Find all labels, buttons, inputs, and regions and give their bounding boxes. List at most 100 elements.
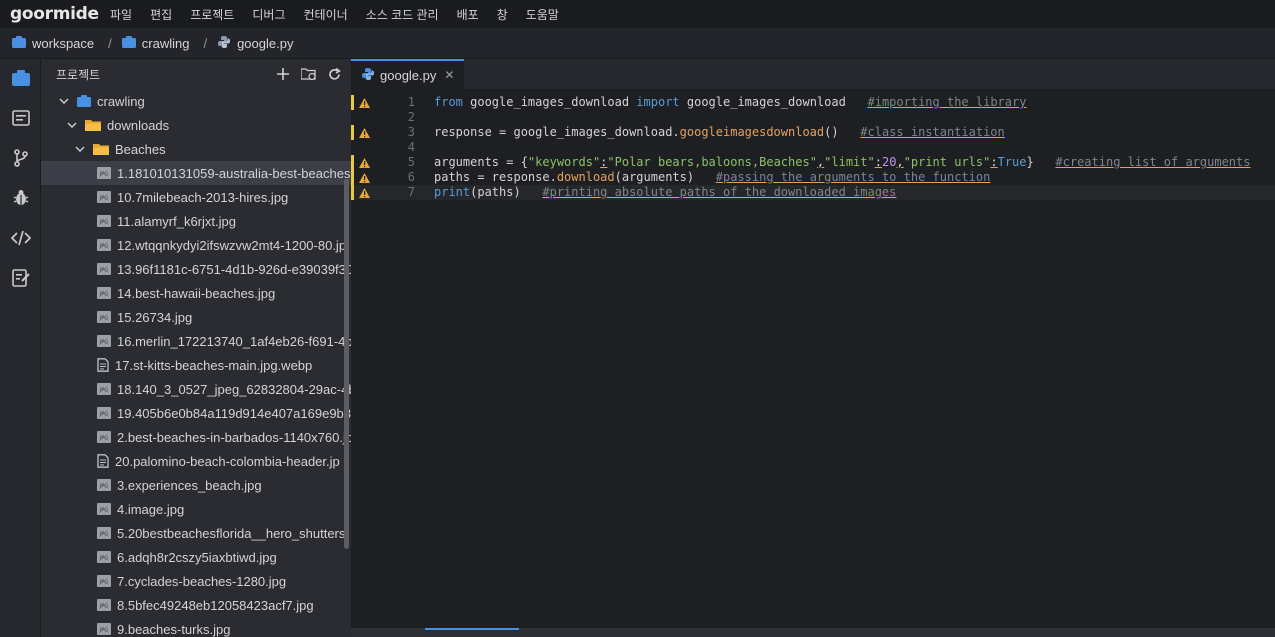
svg-text:JPG: JPG	[99, 579, 108, 585]
image-file-icon: JPG	[97, 239, 111, 251]
tree-item-label: 8.5bfec49248eb12058423acf7.jpg	[117, 597, 314, 613]
menu-item[interactable]: 디버그	[252, 6, 285, 23]
tree-item[interactable]: JPG 9.beaches-turks.jpg	[41, 617, 351, 637]
tab-google-py[interactable]: google.py ✕	[351, 59, 465, 89]
tree-item-label: 6.adqh8r2cszy5iaxbtiwd.jpg	[117, 549, 277, 565]
line-marker	[351, 185, 354, 200]
image-file-icon: JPG	[97, 575, 111, 587]
code-text: paths = response.download(arguments) #pa…	[434, 170, 990, 185]
code-token: (paths)	[470, 185, 543, 199]
menu-item[interactable]: 파일	[110, 6, 132, 23]
tree-item[interactable]: 20.palomino-beach-colombia-header.jp	[41, 449, 351, 473]
panel-tab-indicator[interactable]	[425, 628, 519, 630]
tree-item[interactable]: downloads	[41, 113, 351, 137]
new-folder-button[interactable]	[301, 68, 316, 80]
activity-todo[interactable]	[0, 259, 41, 299]
app-logo[interactable]: goormide	[0, 4, 110, 24]
menu-item[interactable]: 컨테이너	[303, 6, 347, 23]
new-file-button[interactable]	[277, 68, 289, 80]
tree-item[interactable]: JPG 19.405b6e0b84a119d914e407a169e9b3b	[41, 401, 351, 425]
explorer-scrollbar[interactable]	[344, 179, 349, 549]
code-token: paths = response.	[434, 170, 557, 184]
tree-item-label: 18.140_3_0527_jpeg_62832804-29ac-4b	[117, 381, 351, 397]
menu-item[interactable]: 도움말	[526, 6, 559, 23]
code-area[interactable]: 1 from google_images_download import goog…	[351, 95, 1275, 200]
activity-project[interactable]	[0, 59, 41, 99]
tree-item-label: Beaches	[115, 141, 166, 157]
code-token: ()	[824, 125, 861, 139]
tree-item[interactable]: JPG 13.96f1181c-6751-4d1b-926d-e39039f30	[41, 257, 351, 281]
tree-item[interactable]: JPG 2.best-beaches-in-barbados-1140x760.j…	[41, 425, 351, 449]
line-number: 3	[407, 125, 415, 139]
image-file-icon: JPG	[97, 311, 111, 323]
project-icon	[12, 35, 26, 51]
menu-item[interactable]: 배포	[457, 6, 479, 23]
chevron-down-icon[interactable]	[65, 122, 79, 128]
file-tree: crawling downloads Beaches JPG 1.18101013105…	[41, 89, 351, 637]
tree-item[interactable]: Beaches	[41, 137, 351, 161]
chevron-down-icon[interactable]	[57, 98, 71, 104]
tree-item[interactable]: JPG 16.merlin_172213740_1af4eb26-f691-4b	[41, 329, 351, 353]
code-line[interactable]: 4	[351, 140, 1275, 155]
chevron-down-icon[interactable]	[73, 146, 87, 152]
tree-item[interactable]: 17.st-kitts-beaches-main.jpg.webp	[41, 353, 351, 377]
line-marker	[351, 170, 354, 185]
activity-terminal[interactable]	[0, 99, 41, 139]
line-number: 2	[407, 110, 415, 124]
menu-item[interactable]: 소스 코드 관리	[366, 6, 439, 23]
breadcrumb-file[interactable]: google.py	[217, 35, 293, 52]
image-file-icon: JPG	[97, 431, 111, 443]
code-text: print(paths) #printing absolute paths of…	[434, 185, 896, 200]
tree-item[interactable]: JPG 5.20bestbeachesflorida__hero_shutters	[41, 521, 351, 545]
code-line[interactable]: 7 print(paths) #printing absolute paths o…	[351, 185, 1275, 200]
tree-item[interactable]: JPG 10.7milebeach-2013-hires.jpg	[41, 185, 351, 209]
menu-item[interactable]: 프로젝트	[190, 6, 234, 23]
code-token: :	[990, 155, 998, 169]
breadcrumb-workspace[interactable]: workspace	[12, 35, 94, 51]
tree-item[interactable]: JPG 7.cyclades-beaches-1280.jpg	[41, 569, 351, 593]
menu-item[interactable]: 편집	[150, 6, 172, 23]
line-number: 1	[407, 95, 415, 109]
tree-item[interactable]: JPG 3.experiences_beach.jpg	[41, 473, 351, 497]
tree-item[interactable]: JPG 11.alamyrf_k6rjxt.jpg	[41, 209, 351, 233]
refresh-button[interactable]	[328, 67, 341, 81]
activity-debug[interactable]	[0, 179, 41, 219]
git-branch-icon	[13, 148, 29, 170]
line-marker	[351, 95, 354, 110]
line-marker	[351, 125, 354, 140]
explorer-title: 프로젝트	[56, 67, 101, 82]
breadcrumb: workspace / crawling / google.py	[0, 28, 1275, 59]
code-token: #class instantiation	[860, 125, 1005, 139]
line-number: 4	[407, 140, 415, 154]
tree-item[interactable]: JPG 12.wtqqnkydyi2ifswzvw2mt4-1200-80.jp	[41, 233, 351, 257]
code-line[interactable]: 6 paths = response.download(arguments) #p…	[351, 170, 1275, 185]
activity-scm[interactable]	[0, 139, 41, 179]
code-text: response = google_images_download.google…	[434, 125, 1005, 140]
tree-item[interactable]: JPG 6.adqh8r2cszy5iaxbtiwd.jpg	[41, 545, 351, 569]
tree-item[interactable]: JPG 4.image.jpg	[41, 497, 351, 521]
breadcrumb-crawling[interactable]: crawling	[121, 35, 189, 51]
image-file-icon: JPG	[97, 407, 111, 419]
code-line[interactable]: 5 arguments = {"keywords": "Polar bears,ba…	[351, 155, 1275, 170]
tree-item-label: 9.beaches-turks.jpg	[117, 621, 231, 637]
warning-icon[interactable]	[359, 187, 370, 202]
activity-code[interactable]	[0, 219, 41, 259]
code-line[interactable]: 3 response = google_images_download.googl…	[351, 125, 1275, 140]
tree-item[interactable]: JPG 1.181010131059-australia-best-beaches…	[41, 161, 351, 185]
svg-text:JPG: JPG	[99, 315, 108, 321]
image-file-icon: JPG	[97, 503, 111, 515]
code-line[interactable]: 1 from google_images_download import goog…	[351, 95, 1275, 110]
code-line[interactable]: 2	[351, 110, 1275, 125]
code-token: #creating list of arguments	[1055, 155, 1251, 169]
tree-item[interactable]: JPG 8.5bfec49248eb12058423acf7.jpg	[41, 593, 351, 617]
code-token: "Polar bears,baloons,Beaches"	[607, 155, 817, 169]
tree-item[interactable]: JPG 15.26734.jpg	[41, 305, 351, 329]
tree-item[interactable]: JPG 18.140_3_0527_jpeg_62832804-29ac-4b	[41, 377, 351, 401]
menu-item[interactable]: 창	[497, 6, 508, 23]
tree-item[interactable]: JPG 14.best-hawaii-beaches.jpg	[41, 281, 351, 305]
tree-item[interactable]: crawling	[41, 89, 351, 113]
python-icon	[361, 67, 375, 84]
close-icon[interactable]: ✕	[444, 68, 454, 82]
tree-item-label: 1.181010131059-australia-best-beaches-	[117, 165, 351, 181]
svg-text:JPG: JPG	[99, 555, 108, 561]
